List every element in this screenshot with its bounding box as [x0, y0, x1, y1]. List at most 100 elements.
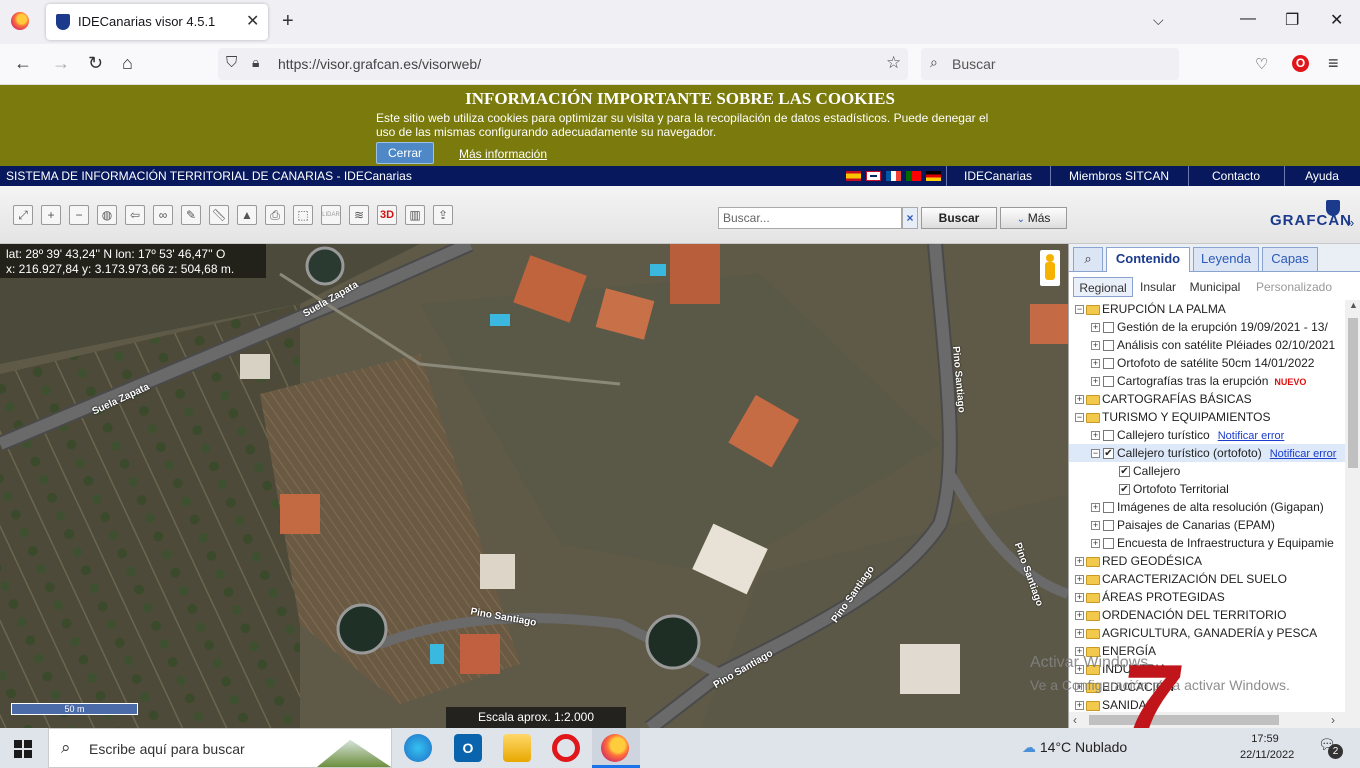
tree-folder[interactable]: + CARTOGRAFÍAS BÁSICAS	[1069, 390, 1345, 408]
browser-search-field[interactable]: ⌕ Buscar	[921, 48, 1179, 80]
tree-layer[interactable]: + Imágenes de alta resolución (Gigapan)	[1069, 498, 1345, 516]
measure-icon[interactable]: 📏︎	[209, 205, 229, 225]
pocket-icon[interactable]: ♡	[1255, 55, 1268, 73]
link-icon[interactable]: ∞	[153, 205, 173, 225]
expand-toggle-icon[interactable]: −	[1075, 305, 1084, 315]
scroll-right-icon[interactable]: ›	[1331, 713, 1335, 727]
tree-layer[interactable]: + Gestión de la erupción 19/09/2021 - 13/	[1069, 318, 1345, 336]
layer-checkbox[interactable]	[1103, 520, 1114, 532]
header-link-ayuda[interactable]: Ayuda	[1284, 169, 1360, 183]
tree-folder[interactable]: + ORDENACIÓN DEL TERRITORIO	[1069, 606, 1345, 624]
close-window-icon[interactable]: ✕	[1330, 10, 1343, 30]
print-icon[interactable]: ⎙	[265, 205, 285, 225]
layer-checkbox[interactable]	[1103, 358, 1114, 370]
forward-arrow-icon[interactable]: →	[52, 53, 70, 74]
tree-folder[interactable]: − ERUPCIÓN LA PALMA	[1069, 300, 1345, 318]
expand-toggle-icon[interactable]: −	[1091, 449, 1100, 459]
tree-layer[interactable]: + Análisis con satélite Pléiades 02/10/20…	[1069, 336, 1345, 354]
back-arrow-icon[interactable]: ←	[14, 53, 32, 74]
grafcan-logo[interactable]: GRAFCAN	[1270, 212, 1352, 229]
expand-toggle-icon[interactable]: +	[1075, 575, 1084, 585]
map-search-button[interactable]: Buscar	[921, 207, 997, 229]
edge-icon[interactable]	[404, 734, 432, 762]
file-explorer-icon[interactable]	[503, 734, 531, 762]
browser-tab[interactable]: IDECanarias visor 4.5.1 ✕	[46, 4, 268, 40]
header-link-miembros[interactable]: Miembros SITCAN	[1050, 169, 1188, 183]
tree-layer[interactable]: + Paisajes de Canarias (EPAM)	[1069, 516, 1345, 534]
double-chevron-right-icon[interactable]: »	[1347, 215, 1354, 230]
full-extent-icon[interactable]: ⤢	[13, 205, 33, 225]
subtab-municipal[interactable]: Municipal	[1185, 277, 1245, 297]
subtab-insular[interactable]: Insular	[1135, 277, 1181, 297]
tree-folder[interactable]: + CARACTERIZACIÓN DEL SUELO	[1069, 570, 1345, 588]
vertical-scrollbar[interactable]: ▲	[1345, 300, 1360, 714]
tree-folder[interactable]: + AGRICULTURA, GANADERÍA y PESCA	[1069, 624, 1345, 642]
scroll-left-icon[interactable]: ‹	[1073, 713, 1077, 727]
shield-icon[interactable]: ⛉	[226, 54, 237, 71]
expand-toggle-icon[interactable]: +	[1075, 701, 1084, 711]
tab-leyenda[interactable]: Leyenda	[1193, 247, 1259, 271]
expand-toggle-icon[interactable]: +	[1091, 431, 1100, 441]
map-canvas[interactable]: Suela Zapata Suela Zapata Pino Santiago …	[0, 244, 1068, 728]
opera-extension-icon[interactable]: O	[1292, 55, 1309, 72]
expand-toggle-icon[interactable]: +	[1075, 557, 1084, 567]
tree-layer[interactable]: + Encuesta de Infraestructura y Equipamie	[1069, 534, 1345, 552]
layers-icon[interactable]: ≋	[349, 205, 369, 225]
french-flag-icon[interactable]	[886, 171, 901, 181]
german-flag-icon[interactable]	[926, 171, 941, 181]
taskbar-search-field[interactable]: ⌕ Escribe aquí para buscar	[48, 728, 392, 768]
search-tab-icon[interactable]: ⌕	[1073, 247, 1103, 271]
windows-start-icon[interactable]	[14, 740, 32, 758]
new-tab-icon[interactable]: +	[282, 10, 294, 33]
layer-checkbox[interactable]	[1103, 340, 1114, 352]
lock-icon[interactable]: 🔒︎	[252, 54, 259, 71]
tree-folder[interactable]: + ÁREAS PROTEGIDAS	[1069, 588, 1345, 606]
expand-toggle-icon[interactable]: +	[1091, 323, 1100, 333]
expand-toggle-icon[interactable]: +	[1091, 377, 1100, 387]
tree-layer[interactable]: + Callejero turístico Notificar error	[1069, 426, 1345, 444]
tab-contenido[interactable]: Contenido	[1106, 247, 1190, 272]
header-link-idecanarias[interactable]: IDECanarias	[946, 169, 1050, 183]
expand-toggle-icon[interactable]: +	[1091, 503, 1100, 513]
elevation-profile-icon[interactable]: ▲	[237, 205, 257, 225]
info-panel-icon[interactable]: ▥	[405, 205, 425, 225]
tree-layer[interactable]: ✔ Callejero	[1069, 462, 1345, 480]
header-link-contacto[interactable]: Contacto	[1188, 169, 1284, 183]
expand-toggle-icon[interactable]: +	[1075, 593, 1084, 603]
expand-toggle-icon[interactable]: +	[1075, 395, 1084, 405]
home-icon[interactable]: ⌂	[122, 53, 133, 74]
chevron-down-icon[interactable]: ⌵	[1153, 12, 1164, 29]
layer-checkbox[interactable]	[1103, 502, 1114, 514]
scroll-thumb[interactable]	[1348, 318, 1358, 468]
close-tab-icon[interactable]: ✕	[246, 11, 259, 31]
tree-folder[interactable]: − TURISMO Y EQUIPAMIENTOS	[1069, 408, 1345, 426]
layer-checkbox[interactable]	[1103, 322, 1114, 334]
reload-icon[interactable]: ↻	[88, 53, 103, 74]
more-options-button[interactable]: ⌄ Más	[1000, 207, 1067, 229]
back-view-icon[interactable]: ⇦	[125, 205, 145, 225]
street-view-pegman-icon[interactable]	[1040, 250, 1060, 286]
tree-layer[interactable]: + Cartografías tras la erupción NUEVO	[1069, 372, 1345, 390]
cookie-close-button[interactable]: Cerrar	[376, 142, 434, 164]
expand-toggle-icon[interactable]: +	[1091, 359, 1100, 369]
tree-layer[interactable]: − ✔ Callejero turístico (ortofoto) Notifica…	[1069, 444, 1345, 462]
firefox-taskbar-icon[interactable]	[601, 734, 629, 762]
expand-toggle-icon[interactable]: +	[1091, 539, 1100, 549]
zoom-out-icon[interactable]: −	[69, 205, 89, 225]
report-error-link[interactable]: Notificar error	[1270, 448, 1337, 460]
restore-icon[interactable]: ❐	[1285, 10, 1299, 30]
subtab-regional[interactable]: Regional	[1073, 277, 1133, 297]
subtab-personalizado[interactable]: Personalizado	[1251, 277, 1337, 297]
layer-checkbox[interactable]: ✔	[1119, 484, 1130, 496]
taskbar-clock[interactable]: 17:59 22/11/2022	[1240, 731, 1294, 763]
draw-icon[interactable]: ✎	[181, 205, 201, 225]
minimize-icon[interactable]: —	[1240, 10, 1256, 28]
expand-toggle-icon[interactable]: +	[1075, 629, 1084, 639]
notification-center-icon[interactable]: 💬︎ 2	[1318, 736, 1343, 759]
layer-checkbox[interactable]	[1103, 376, 1114, 388]
layer-checkbox[interactable]: ✔	[1103, 448, 1114, 460]
horizontal-scrollbar[interactable]: ‹ ›	[1069, 712, 1360, 728]
outlook-icon[interactable]: O	[454, 734, 482, 762]
share-icon[interactable]: ⇪	[433, 205, 453, 225]
spanish-flag-icon[interactable]	[846, 171, 861, 181]
